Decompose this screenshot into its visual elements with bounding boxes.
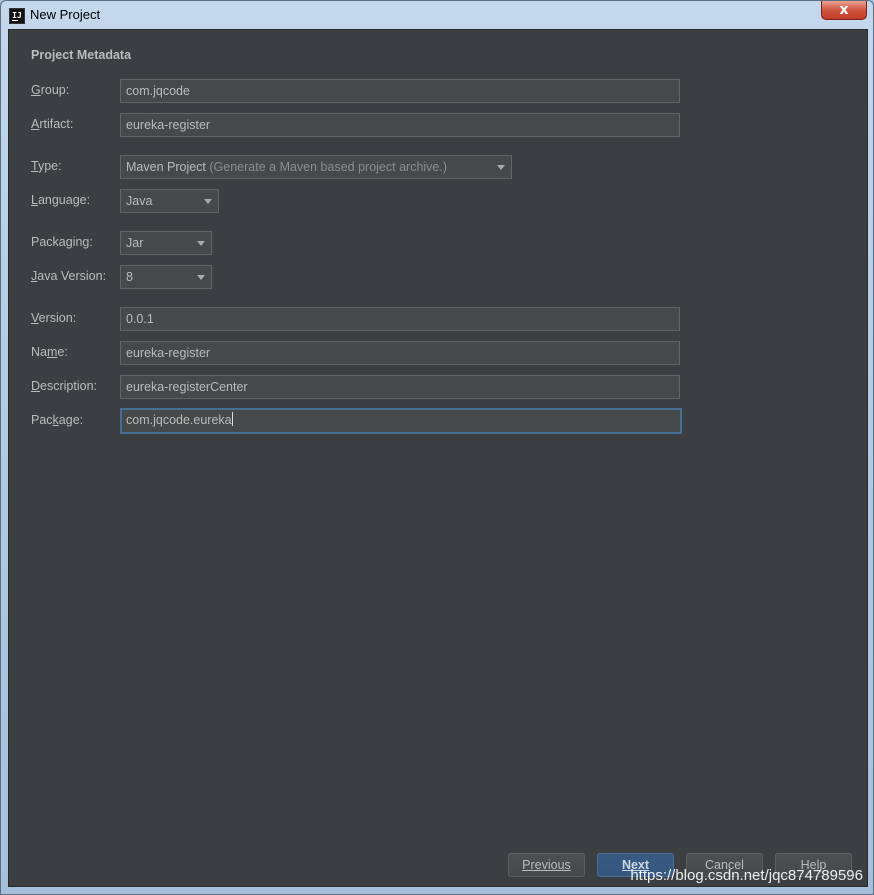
packaging-dropdown[interactable]: Jar — [120, 231, 212, 255]
group-label: Group: — [31, 83, 70, 97]
close-button[interactable]: x — [821, 1, 867, 20]
language-dropdown[interactable]: Java — [120, 189, 219, 213]
package-field[interactable]: com.jqcode.eureka — [120, 408, 682, 434]
previous-button[interactable]: Previous — [508, 853, 585, 877]
type-label: Type: — [31, 159, 62, 173]
title-bar[interactable]: IJ New Project x — [1, 1, 873, 29]
java-version-label: Java Version: — [31, 269, 107, 283]
chevron-down-icon — [197, 241, 205, 246]
artifact-label: Artifact: — [31, 117, 74, 131]
package-label: Package: — [31, 413, 84, 427]
group-field[interactable]: com.jqcode — [120, 79, 680, 103]
artifact-field[interactable]: eureka-register — [120, 113, 680, 137]
language-label: Language: — [31, 193, 91, 207]
version-label: Version: — [31, 311, 77, 325]
dialog-window: IJ New Project x Project Metadata Group:… — [0, 0, 874, 895]
watermark-text: https://blog.csdn.net/jqc874789596 — [630, 867, 863, 884]
java-version-dropdown[interactable]: 8 — [120, 265, 212, 289]
section-title: Project Metadata — [31, 48, 132, 62]
chevron-down-icon — [197, 275, 205, 280]
description-field[interactable]: eureka-registerCenter — [120, 375, 680, 399]
chevron-down-icon — [204, 199, 212, 204]
text-caret — [231, 412, 233, 426]
chevron-down-icon — [497, 165, 505, 170]
intellij-app-icon: IJ — [9, 8, 25, 24]
name-label: Name: — [31, 345, 68, 359]
description-label: Description: — [31, 379, 98, 393]
name-field[interactable]: eureka-register — [120, 341, 680, 365]
window-title: New Project — [30, 7, 101, 22]
type-dropdown[interactable]: Maven Project (Generate a Maven based pr… — [120, 155, 512, 179]
dialog-content: Project Metadata Group: com.jqcode Artif… — [8, 29, 868, 887]
version-field[interactable]: 0.0.1 — [120, 307, 680, 331]
packaging-label: Packaging: — [31, 235, 93, 249]
